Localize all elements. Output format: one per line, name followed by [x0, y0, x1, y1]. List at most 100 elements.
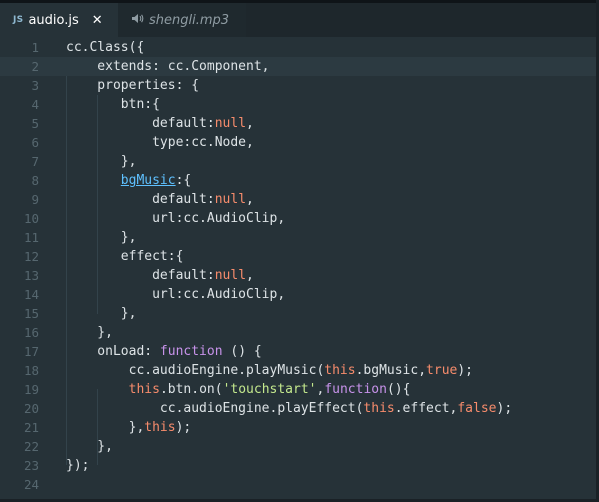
line-number: 9	[31, 192, 39, 207]
code-line[interactable]: 5 default:null,	[0, 114, 596, 133]
code-line[interactable]: 6 type:cc.Node,	[0, 133, 596, 152]
code-line[interactable]: 19 this.btn.on('touchstart',function(){	[0, 380, 596, 399]
code-line[interactable]: 21 },this);	[0, 418, 596, 437]
code-line[interactable]: 22 },	[0, 437, 596, 456]
code-token: onLoad:	[66, 344, 160, 359]
code-line[interactable]: 1 cc.Class({	[0, 38, 596, 57]
line-text: },	[66, 437, 113, 456]
code-line[interactable]: 13 default:null,	[0, 266, 596, 285]
line-number: 16	[23, 325, 39, 340]
line-text: properties: {	[66, 76, 199, 95]
code-token: function	[159, 344, 223, 359]
line-number: 14	[23, 287, 39, 302]
tab-shengli-mp3[interactable]: shengli.mp3	[118, 3, 246, 37]
code-token: .effect,	[394, 401, 458, 416]
code-token: .btn.on(	[159, 382, 223, 397]
line-number: 20	[23, 401, 39, 416]
line-text: },	[66, 228, 137, 247]
line-number: 7	[31, 154, 39, 169]
line-text: type:cc.Node,	[66, 133, 254, 152]
property-link[interactable]: bgMusic	[121, 173, 176, 188]
line-number: 8	[31, 173, 39, 188]
code-token: },	[66, 420, 145, 435]
code-token: extends: cc.Component,	[66, 59, 270, 74]
line-text: effect:{	[66, 247, 184, 266]
code-token: properties: {	[66, 78, 200, 93]
line-text: cc.audioEngine.playEffect(this.effect,fa…	[66, 399, 512, 418]
line-text: bgMusic:{	[66, 171, 191, 190]
code-line[interactable]: 12 effect:{	[0, 247, 596, 266]
line-number: 1	[31, 40, 39, 55]
code-token: default:	[66, 268, 215, 283]
code-line[interactable]: 10 url:cc.AudioClip,	[0, 209, 596, 228]
line-number: 17	[23, 344, 39, 359]
tab-label: shengli.mp3	[149, 12, 230, 28]
code-line[interactable]: 7 },	[0, 152, 596, 171]
line-number: 22	[23, 439, 39, 454]
line-text: cc.Class({	[66, 38, 144, 57]
line-number: 13	[23, 268, 39, 283]
line-number: 19	[23, 382, 39, 397]
code-line[interactable]: 18 cc.audioEngine.playMusic(this.bgMusic…	[0, 361, 596, 380]
line-number: 4	[31, 97, 39, 112]
code-token: null	[214, 268, 247, 283]
code-token: false	[457, 401, 497, 416]
line-number: 3	[31, 78, 39, 93]
code-token: },	[66, 325, 113, 340]
line-number: 15	[23, 306, 39, 321]
code-line[interactable]: 20 cc.audioEngine.playEffect(this.effect…	[0, 399, 596, 418]
code-line[interactable]: 24	[0, 475, 596, 494]
code-line[interactable]: 3 properties: {	[0, 76, 596, 95]
code-token: ,	[246, 268, 254, 283]
tab-bar: JS audio.js ✕ shengli.mp3	[0, 3, 596, 37]
code-token: },	[66, 439, 113, 454]
line-text: },this);	[66, 418, 192, 437]
close-icon[interactable]: ✕	[92, 13, 103, 28]
line-text: url:cc.AudioClip,	[66, 209, 285, 228]
line-text: cc.audioEngine.playMusic(this.bgMusic,tr…	[66, 361, 473, 380]
code-token: 'touchstart'	[222, 382, 317, 397]
code-token: cc.audioEngine.playMusic(	[66, 363, 325, 378]
code-token: this	[144, 420, 176, 435]
line-number: 5	[31, 116, 39, 131]
line-text: },	[66, 304, 137, 323]
code-line[interactable]: 23});	[0, 456, 596, 475]
code-line[interactable]: 17 onLoad: function () {	[0, 342, 596, 361]
line-number: 6	[31, 135, 39, 150]
code-token: function	[324, 382, 387, 397]
code-token: url:cc.AudioClip,	[66, 211, 286, 226]
code-line[interactable]: 14 url:cc.AudioClip,	[0, 285, 596, 304]
line-text: },	[66, 323, 113, 342]
code-token: null	[214, 192, 247, 207]
code-token: null	[214, 116, 247, 131]
tab-audio-js[interactable]: JS audio.js ✕	[0, 3, 118, 37]
line-number: 11	[23, 230, 39, 245]
code-token: cc.Class({	[66, 40, 145, 55]
code-token: type:cc.Node,	[66, 135, 254, 150]
line-text: });	[66, 456, 89, 475]
code-token: .bgMusic,	[355, 363, 427, 378]
line-text: },	[66, 152, 137, 171]
code-line[interactable]: 11 },	[0, 228, 596, 247]
code-token: true	[426, 363, 458, 378]
code-token: cc.audioEngine.playEffect(	[66, 401, 364, 416]
code-line[interactable]: 4 btn:{	[0, 95, 596, 114]
line-text: default:null,	[66, 190, 254, 209]
code-line[interactable]: 2 extends: cc.Component,	[0, 57, 596, 76]
code-line[interactable]: 16 },	[0, 323, 596, 342]
code-line[interactable]: 15 },	[0, 304, 596, 323]
code-line[interactable]: 9 default:null,	[0, 190, 596, 209]
code-token: );	[457, 363, 474, 378]
line-text: this.btn.on('touchstart',function(){	[66, 380, 411, 399]
code-token: effect:{	[66, 249, 184, 264]
code-token: },	[66, 230, 137, 245]
speaker-icon	[131, 13, 144, 28]
code-line[interactable]: 8 bgMusic:{	[0, 171, 596, 190]
line-number: 10	[23, 211, 39, 226]
code-token: },	[66, 306, 137, 321]
code-token: ,	[246, 116, 254, 131]
code-token: );	[496, 401, 513, 416]
line-number: 23	[23, 458, 39, 473]
